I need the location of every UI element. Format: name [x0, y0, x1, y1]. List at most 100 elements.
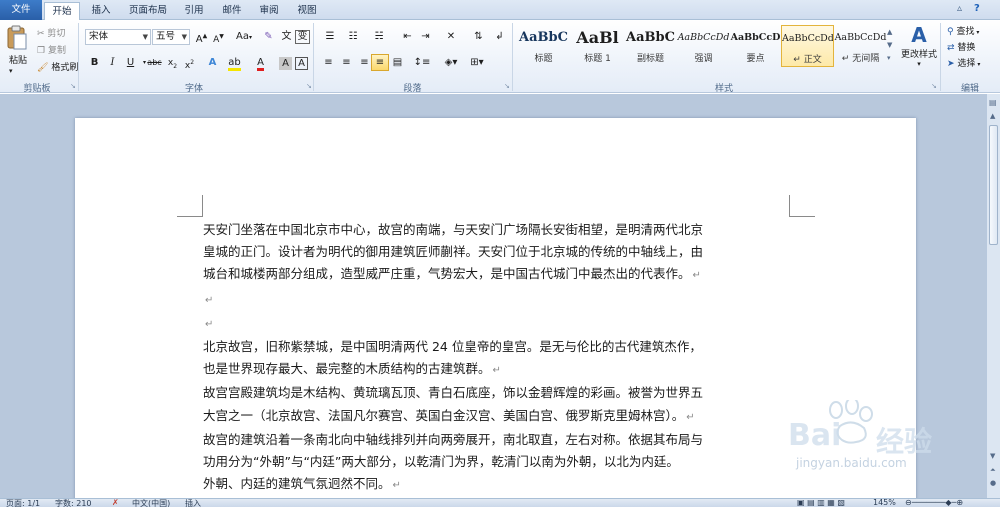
chinese-layout-button[interactable]: ✕ — [440, 29, 462, 45]
distributed-button[interactable]: ▤ — [389, 55, 406, 71]
style-title[interactable]: AaBbC 标题 — [517, 25, 570, 67]
sort-button[interactable]: ⇅ — [470, 29, 487, 45]
bold-button[interactable]: B — [86, 55, 103, 71]
increase-indent-button[interactable]: ⇥ — [417, 29, 434, 45]
strikethrough-button[interactable]: abc — [146, 55, 163, 71]
style-emphasis[interactable]: AaBbCcDd 强调 — [677, 25, 730, 67]
superscript-button[interactable]: x2 — [181, 55, 198, 71]
style-normal[interactable]: AaBbCcDd ↵ 正文 — [781, 25, 834, 67]
paragraph-launcher-icon[interactable]: ↘ — [504, 82, 510, 90]
tab-mailings[interactable]: 邮件 — [218, 2, 246, 20]
find-button[interactable]: ⚲ 查找 ▾ — [947, 24, 979, 37]
tab-view[interactable]: 视图 — [293, 2, 321, 20]
font-color-button[interactable]: A — [252, 55, 269, 71]
style-strong[interactable]: AaBbCcD 要点 — [729, 25, 782, 67]
ribbon-tab-bar: 文件 开始 插入 页面布局 引用 邮件 审阅 视图 ▵ ? — [0, 0, 1000, 21]
ruler-toggle-icon[interactable]: ▤ — [989, 98, 997, 107]
replace-button[interactable]: ⇄ 替换 — [947, 40, 975, 53]
char-shading-button[interactable]: A — [279, 57, 292, 70]
style-heading-1[interactable]: AaBl 标题 1 — [571, 25, 624, 67]
line-spacing-button[interactable]: ↕≡ — [412, 55, 432, 71]
scroll-down-icon[interactable]: ▼ — [990, 452, 995, 460]
paste-dropdown-icon[interactable]: ▾ — [9, 67, 13, 75]
char-border-button[interactable]: A — [295, 57, 308, 70]
italic-button[interactable]: I — [104, 55, 121, 71]
previous-page-icon[interactable]: ⏶ — [990, 466, 996, 475]
styles-launcher-icon[interactable]: ↘ — [931, 82, 937, 90]
tab-file[interactable]: 文件 — [0, 0, 42, 20]
separator — [313, 23, 314, 91]
paste-label: 粘贴 — [9, 56, 28, 66]
shading-button[interactable]: ◈▾ — [440, 55, 462, 71]
align-left-button[interactable]: ≡ — [320, 55, 337, 71]
align-center-icon: ≡ — [342, 57, 351, 68]
tab-references[interactable]: 引用 — [180, 2, 208, 20]
page-count[interactable]: 页面: 1/1 — [6, 499, 40, 507]
tab-page-layout[interactable]: 页面布局 — [125, 2, 171, 20]
word-count[interactable]: 字数: 210 — [55, 499, 92, 507]
tab-review[interactable]: 审阅 — [255, 2, 283, 20]
numbering-button[interactable]: ☷ — [343, 29, 363, 45]
scissors-icon: ✂ — [37, 28, 45, 39]
style-name: ↵ 无间隔 — [841, 54, 880, 64]
borders-button[interactable]: ⊞▾ — [466, 55, 488, 71]
font-size-combo[interactable]: 五号 ▼ — [152, 29, 190, 45]
tab-insert[interactable]: 插入 — [86, 2, 116, 20]
scrollbar-thumb[interactable] — [989, 125, 998, 245]
style-subtitle[interactable]: AaBbC 副标题 — [624, 25, 677, 67]
change-case-button[interactable]: Aa▾ — [233, 29, 255, 45]
decrease-indent-button[interactable]: ⇤ — [399, 29, 416, 45]
zoom-level[interactable]: 145% — [873, 499, 896, 507]
ribbon: 粘贴 ▾ ✂ 剪切 ❐ 复制 🖌 格式刷 剪贴板 ↘ 宋体 ▼ 五号 ▼ A ▲ … — [0, 20, 1000, 94]
clear-formatting-button[interactable]: ✎ — [260, 29, 277, 45]
highlight-button[interactable]: ab — [226, 55, 243, 71]
justify-button[interactable]: ≡ — [371, 54, 389, 71]
style-sample: AaBbC — [626, 30, 675, 45]
shrink-font-button[interactable]: A▼ — [210, 29, 227, 45]
clear-format-icon: ✎ — [264, 31, 273, 42]
decrease-indent-icon: ⇤ — [403, 31, 412, 42]
language-indicator[interactable]: 中文(中国) — [132, 499, 170, 507]
underline-icon: U — [126, 57, 135, 68]
format-painter-button[interactable]: 🖌 格式刷 — [37, 60, 78, 74]
style-sample: AaBbCcDd — [782, 33, 833, 44]
text-effects-button[interactable]: A — [204, 55, 221, 71]
zoom-slider[interactable]: ⊖───────◆─⊕ — [905, 499, 963, 507]
strikethrough-icon: abc — [147, 58, 162, 67]
grow-font-icon: A▲ — [195, 33, 208, 46]
char-shading-icon: A — [282, 58, 289, 69]
enclose-char-button[interactable]: 变 — [295, 30, 310, 44]
proofing-icon[interactable]: ✗ — [112, 499, 119, 507]
browse-object-icon[interactable]: ● — [990, 479, 996, 487]
multilevel-list-button[interactable]: ☵ — [368, 29, 390, 45]
select-button[interactable]: ➤ 选择 ▾ — [947, 56, 980, 69]
insert-mode[interactable]: 插入 — [185, 499, 201, 507]
copy-button[interactable]: ❐ 复制 — [37, 43, 66, 57]
style-name: 标题 — [534, 54, 553, 64]
style-name: ↵ 正文 — [793, 55, 822, 65]
change-styles-label: 更改样式 — [900, 50, 937, 60]
style-no-spacing[interactable]: AaBbCcDd ↵ 无间隔 — [834, 25, 887, 67]
clipboard-launcher-icon[interactable]: ↘ — [70, 82, 76, 90]
help-icon[interactable]: ? — [974, 3, 980, 14]
document-body[interactable]: 天安门坐落在中国北京市中心，故宫的南端，与天安门广场隔长安街相望，是明清两代北京… — [203, 219, 793, 497]
cut-button[interactable]: ✂ 剪切 — [37, 26, 65, 40]
minimize-ribbon-icon[interactable]: ▵ — [957, 3, 962, 14]
view-print-layout-icon[interactable]: ▣ ▤ ▥ ▦ ▧ — [797, 499, 845, 507]
font-family-combo[interactable]: 宋体 ▼ — [85, 29, 151, 45]
subscript-button[interactable]: x2 — [164, 55, 181, 71]
bullets-button[interactable]: ☰ — [320, 29, 340, 45]
scroll-up-icon[interactable]: ▲ — [990, 112, 995, 120]
styles-scroll[interactable]: ▲ ▼ ▾ — [887, 26, 895, 65]
show-marks-button[interactable]: ↲ — [491, 29, 508, 45]
paste-button[interactable] — [6, 24, 32, 54]
chinese-layout-icon: ✕ — [446, 31, 456, 42]
align-center-button[interactable]: ≡ — [338, 55, 355, 71]
tab-home[interactable]: 开始 — [44, 2, 80, 21]
change-styles-button[interactable]: A 更改样式 ▾ — [898, 23, 940, 68]
phonetic-guide-button[interactable]: 文 — [278, 29, 295, 45]
font-launcher-icon[interactable]: ↘ — [306, 82, 312, 90]
style-name: 标题 1 — [584, 54, 611, 64]
text-line: 皇城的正门。设计者为明代的御用建筑匠师蒯祥。天安门位于北京城的传统的中轴线上，由 — [203, 244, 704, 260]
grow-font-button[interactable]: A▲ — [193, 29, 210, 45]
